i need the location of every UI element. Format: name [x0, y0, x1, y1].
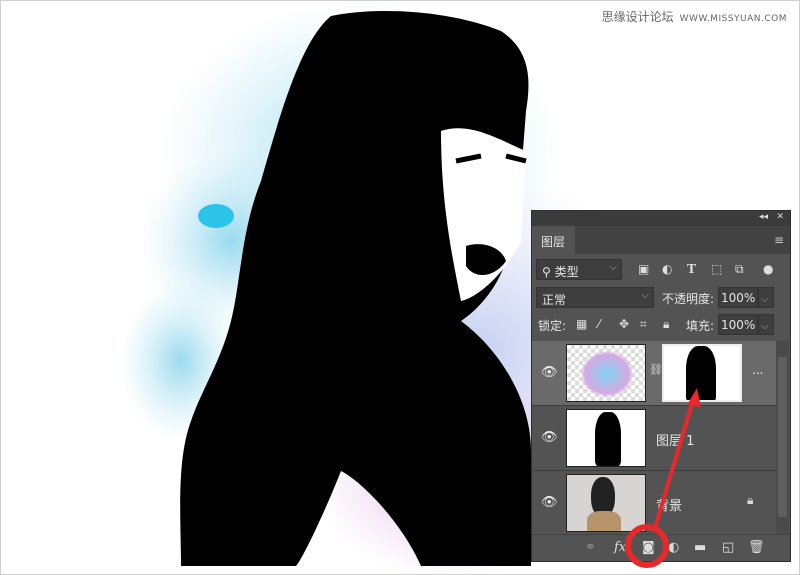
- watermark: 思缘设计论坛 WWW.MISSYUAN.COM: [602, 8, 787, 25]
- opacity-dropdown[interactable]: ⌵: [758, 287, 774, 308]
- layer-thumbnail[interactable]: [566, 409, 646, 467]
- opacity-label: 不透明度:: [662, 292, 715, 306]
- group-icon[interactable]: ▬: [694, 540, 706, 555]
- scrollbar[interactable]: [776, 341, 789, 534]
- layer-more-indicator: ...: [752, 363, 764, 377]
- layers-panel: ◂◂ ✕ 图层 ≡ ⚲ 类型 ⌵ ▣ ◐ T ⬚ ⧉ ● 正常 ⌵ 不透明度: 10…: [531, 210, 791, 562]
- filter-kind-select[interactable]: ⚲ 类型 ⌵: [536, 259, 622, 280]
- layers-toolbar: ⚭ fx ◙ ◐ ▬ ◱ 🗑︎: [532, 534, 790, 561]
- eye-icon[interactable]: 👁︎: [541, 365, 558, 380]
- trash-icon[interactable]: 🗑︎: [748, 540, 765, 555]
- lock-artboard-icon[interactable]: ⌗: [640, 317, 647, 332]
- filter-toggle-icon[interactable]: ●: [763, 262, 773, 276]
- adjustment-filter-icon[interactable]: ◐: [662, 262, 672, 276]
- adjustment-icon[interactable]: ◐: [668, 540, 679, 555]
- smart-object-filter-icon[interactable]: ⧉: [735, 262, 744, 277]
- lock-label: 锁定:: [538, 319, 567, 333]
- chevron-down-icon: ⌵: [609, 262, 617, 273]
- lock-brush-icon[interactable]: ⁄: [598, 317, 600, 331]
- fill-label: 填充:: [686, 319, 715, 333]
- eye-icon[interactable]: 👁︎: [541, 430, 558, 445]
- panel-titlebar: ◂◂ ✕: [532, 211, 790, 226]
- close-icon[interactable]: ✕: [776, 212, 784, 222]
- layer-row[interactable]: 👁︎ 背景 🔒︎: [532, 471, 776, 536]
- lock-icon: 🔒︎: [747, 493, 754, 507]
- panel-menu-icon[interactable]: ≡: [774, 233, 784, 247]
- add-mask-icon[interactable]: ◙: [642, 540, 655, 555]
- lock-transparent-icon[interactable]: ▦: [576, 317, 587, 331]
- layer-mask-thumbnail[interactable]: [662, 344, 742, 402]
- tab-layers[interactable]: 图层: [532, 226, 575, 254]
- layer-row[interactable]: 👁︎ ⛓ ...: [532, 341, 776, 406]
- new-layer-icon[interactable]: ◱: [722, 540, 734, 555]
- filter-kind-label: 类型: [554, 265, 579, 279]
- link-icon[interactable]: ⚭: [585, 540, 596, 555]
- opacity-input[interactable]: 100%: [718, 287, 758, 308]
- search-icon: ⚲: [542, 265, 555, 279]
- watermark-site-name: 思缘设计论坛: [601, 10, 674, 24]
- watermark-url: WWW.MISSYUAN.COM: [679, 14, 787, 24]
- blend-mode-select[interactable]: 正常 ⌵: [536, 287, 654, 308]
- layer-thumbnail[interactable]: [566, 474, 646, 532]
- fx-icon[interactable]: fx: [614, 540, 626, 555]
- collapse-icon[interactable]: ◂◂: [759, 212, 768, 222]
- link-icon[interactable]: ⛓: [649, 363, 663, 376]
- fill-dropdown[interactable]: ⌵: [758, 314, 774, 335]
- layer-row[interactable]: 👁︎ 图层 1: [532, 406, 776, 471]
- eye-icon[interactable]: 👁︎: [541, 495, 558, 510]
- blend-mode-value: 正常: [542, 293, 567, 307]
- layer-thumbnail[interactable]: [566, 344, 646, 402]
- chevron-down-icon: ⌵: [641, 290, 649, 301]
- text-filter-icon[interactable]: T: [687, 262, 696, 276]
- fill-input[interactable]: 100%: [718, 314, 758, 335]
- lock-all-icon[interactable]: 🔒︎: [663, 317, 669, 332]
- layer-name[interactable]: 图层 1: [656, 430, 694, 449]
- layer-name[interactable]: 背景: [656, 495, 682, 514]
- image-filter-icon[interactable]: ▣: [638, 262, 649, 276]
- shape-filter-icon[interactable]: ⬚: [711, 262, 722, 276]
- lock-move-icon[interactable]: ✥: [619, 317, 629, 331]
